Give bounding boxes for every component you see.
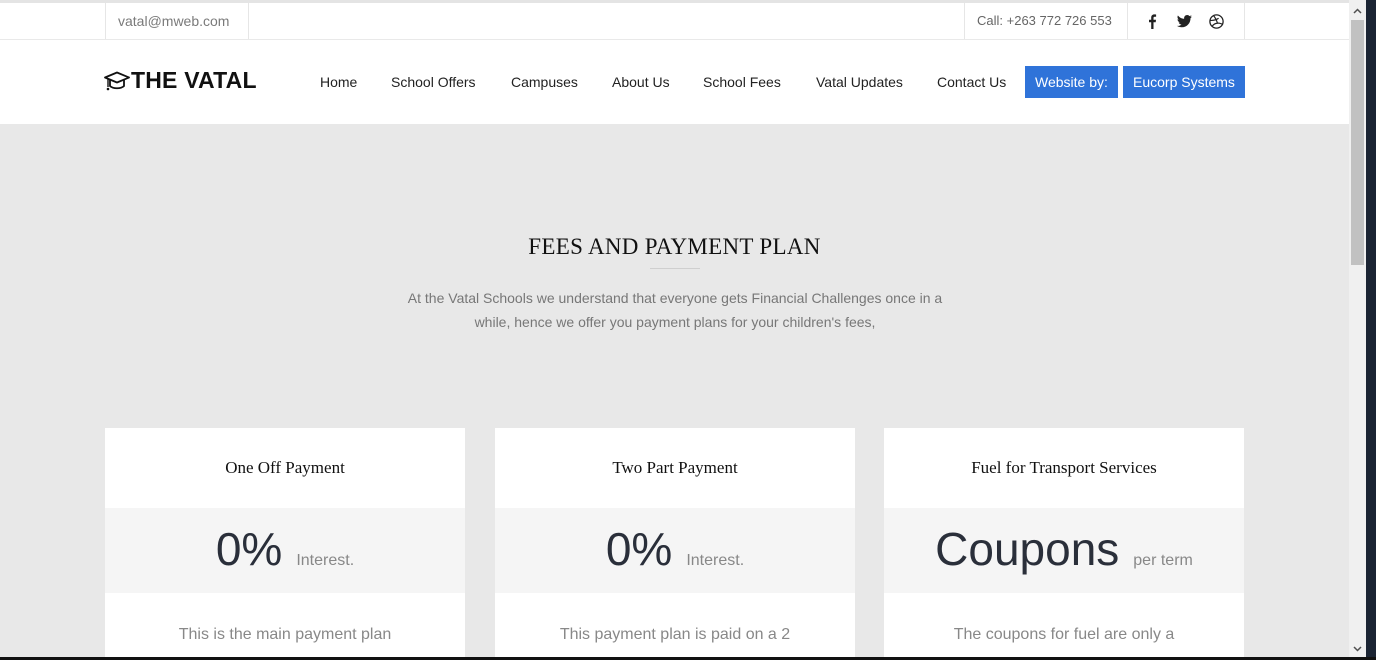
plan-value: 0%: [215, 523, 283, 575]
twitter-icon[interactable]: [1176, 13, 1192, 29]
site-logo[interactable]: THE VATAL: [104, 67, 257, 94]
plan-card-one-off: One Off Payment 0% Interest. This is the…: [105, 428, 465, 657]
desktop-background: [1366, 0, 1376, 660]
social-links: [1128, 3, 1245, 39]
plan-unit: per term: [1133, 552, 1193, 569]
brand-name: THE VATAL: [131, 67, 257, 93]
contact-phone: Call: +263 772 726 553: [964, 3, 1128, 39]
nav-vatal-updates[interactable]: Vatal Updates: [816, 66, 903, 98]
top-bar: vatal@mweb.com Call: +263 772 726 553: [0, 3, 1349, 40]
plan-description: The coupons for fuel are only a: [953, 626, 1175, 643]
section-description: At the Vatal Schools we understand that …: [395, 286, 955, 334]
plan-card-two-part: Two Part Payment 0% Interest. This payme…: [495, 428, 855, 657]
title-divider: [650, 268, 700, 269]
site-header: THE VATAL Home School Offers Campuses Ab…: [0, 40, 1349, 124]
nav-school-offers[interactable]: School Offers: [391, 66, 476, 98]
eucorp-systems-button[interactable]: Eucorp Systems: [1123, 66, 1245, 98]
plan-unit: Interest.: [296, 552, 355, 569]
plan-description: This payment plan is paid on a 2: [559, 626, 791, 643]
section-description-line-1: At the Vatal Schools we understand that …: [407, 290, 943, 306]
scroll-down-arrow-icon[interactable]: [1349, 640, 1366, 657]
plan-price: 0% Interest.: [495, 508, 855, 593]
plan-price: 0% Interest.: [105, 508, 465, 593]
plan-card-fuel-transport: Fuel for Transport Services Coupons per …: [884, 428, 1244, 657]
scroll-up-arrow-icon[interactable]: [1349, 2, 1366, 19]
nav-contact-us[interactable]: Contact Us: [937, 66, 1006, 98]
website-by-button[interactable]: Website by:: [1025, 66, 1118, 98]
plan-price: Coupons per term: [884, 508, 1244, 593]
plan-title: One Off Payment: [225, 458, 345, 477]
plan-value: 0%: [605, 523, 673, 575]
dribbble-icon[interactable]: [1208, 13, 1224, 29]
nav-about-us[interactable]: About Us: [612, 66, 670, 98]
section-description-line-2: while, hence we offer you payment plans …: [474, 314, 876, 330]
plan-value: Coupons: [935, 523, 1120, 575]
page-viewport: vatal@mweb.com Call: +263 772 726 553 TH…: [0, 0, 1349, 657]
nav-home[interactable]: Home: [320, 66, 357, 98]
plan-title: Fuel for Transport Services: [971, 458, 1157, 477]
plan-title: Two Part Payment: [612, 458, 738, 477]
nav-campuses[interactable]: Campuses: [511, 66, 578, 98]
graduation-cap-icon: [104, 71, 130, 90]
facebook-icon[interactable]: [1144, 13, 1160, 29]
vertical-scrollbar[interactable]: [1349, 0, 1366, 657]
scrollbar-thumb[interactable]: [1351, 20, 1364, 265]
section-title: FEES AND PAYMENT PLAN: [528, 234, 821, 259]
plan-unit: Interest.: [686, 552, 745, 569]
nav-school-fees[interactable]: School Fees: [703, 66, 781, 98]
contact-email[interactable]: vatal@mweb.com: [105, 3, 249, 39]
plan-description: This is the main payment plan: [178, 626, 392, 643]
